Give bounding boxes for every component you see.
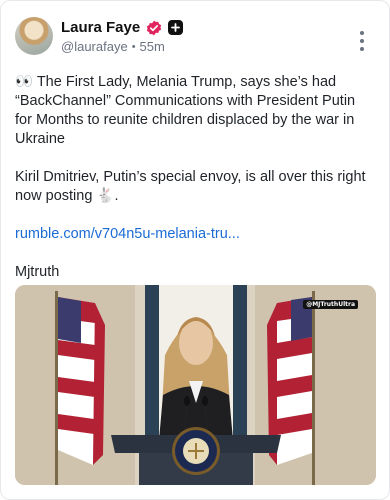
post-paragraph-2: Kiril Dmitriev, Putin’s special envoy, i… (15, 169, 366, 204)
post-link[interactable]: rumble.com/v704n5u-melania-tru... (15, 226, 240, 242)
separator-dot: • (131, 40, 136, 53)
video-watermark: @MJTruthUltra (303, 300, 358, 309)
meta-row: @laurafaye • 55m (61, 39, 165, 54)
video-thumbnail[interactable]: @MJTruthUltra (15, 285, 376, 485)
more-options-icon[interactable] (359, 31, 365, 51)
post-body: 👀 The First Lady, Melania Trump, says sh… (15, 73, 375, 301)
author-name[interactable]: Laura Faye (61, 19, 140, 36)
name-row: Laura Faye (61, 19, 184, 36)
post-header: Laura Faye @laurafaye • 55m (15, 17, 375, 61)
video-frame-illustration (15, 285, 376, 485)
post-paragraph-1: 👀 The First Lady, Melania Trump, says sh… (15, 74, 356, 147)
verified-badge-icon (147, 20, 162, 35)
avatar[interactable] (15, 17, 53, 55)
post-time: 55m (139, 39, 165, 54)
post-signature: Mjtruth (15, 264, 60, 280)
author-handle[interactable]: @laurafaye (61, 39, 128, 54)
plus-badge-icon (168, 20, 184, 35)
post-card: Laura Faye @laurafaye • 55m 👀 The First … (0, 0, 390, 500)
